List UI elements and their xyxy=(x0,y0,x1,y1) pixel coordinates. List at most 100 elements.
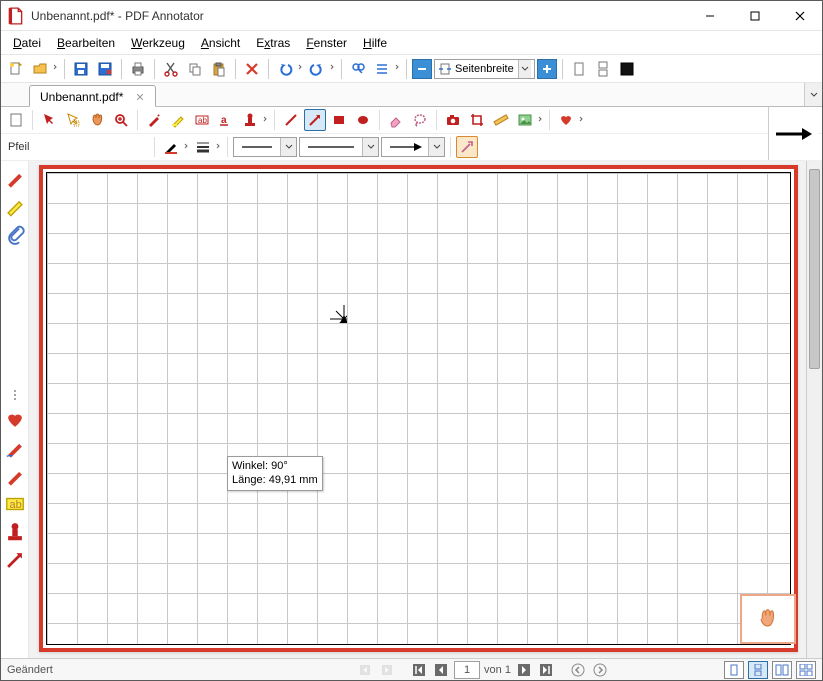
page-number-field[interactable]: 1 xyxy=(454,661,480,679)
pan-button[interactable] xyxy=(86,109,108,131)
open-button[interactable] xyxy=(29,58,51,80)
zoom-mode-combo[interactable]: Seitenbreite xyxy=(434,59,535,79)
line-color-button[interactable] xyxy=(160,136,182,158)
list-button[interactable] xyxy=(371,58,393,80)
layout-two-page-button[interactable] xyxy=(772,661,792,679)
sidebar-grip[interactable] xyxy=(1,390,28,400)
next-page-button[interactable] xyxy=(515,661,533,679)
touchpad-overlay[interactable] xyxy=(740,594,796,644)
document-tab-label: Unbenannt.pdf* xyxy=(40,90,123,104)
single-page-button[interactable] xyxy=(568,58,590,80)
sidebar-stamp-icon[interactable] xyxy=(4,521,26,543)
hand-pointer-icon xyxy=(754,605,782,633)
minimize-button[interactable] xyxy=(687,1,732,30)
stamp-tool-button[interactable] xyxy=(239,109,261,131)
new-doc-button[interactable] xyxy=(5,58,27,80)
line-start-style-combo[interactable] xyxy=(233,137,297,157)
save-as-button[interactable] xyxy=(94,58,116,80)
highlighter-tool-button[interactable] xyxy=(167,109,189,131)
sidebar-textmarker-icon[interactable] xyxy=(4,195,26,217)
sidebar-favorite-icon[interactable] xyxy=(4,409,26,431)
close-tab-icon[interactable]: ✕ xyxy=(135,91,144,104)
sidebar-text-ab-icon[interactable]: ab xyxy=(4,493,26,515)
close-button[interactable] xyxy=(777,1,822,30)
sidebar-pen-red-icon[interactable] xyxy=(4,437,26,459)
chevron-down-icon xyxy=(518,60,531,78)
menu-datei[interactable]: Datei xyxy=(5,33,49,53)
crop-tool-button[interactable] xyxy=(466,109,488,131)
pen-tool-button[interactable] xyxy=(143,109,165,131)
layout-two-continuous-button[interactable] xyxy=(796,661,816,679)
measure-tool-button[interactable] xyxy=(490,109,512,131)
prev-page-button[interactable] xyxy=(432,661,450,679)
copy-button[interactable] xyxy=(184,58,206,80)
sidebar-pen-icon[interactable] xyxy=(4,167,26,189)
line-width-button[interactable] xyxy=(192,136,214,158)
tooltip-length: Länge: 49,91 mm xyxy=(232,473,318,487)
sidebar-pen-thin-icon[interactable] xyxy=(4,465,26,487)
undo-button[interactable] xyxy=(274,58,296,80)
page: Winkel: 90° Länge: 49,91 mm xyxy=(39,165,798,652)
continuous-page-button[interactable] xyxy=(592,58,614,80)
eraser-tool-button[interactable] xyxy=(385,109,407,131)
document-viewport[interactable]: Winkel: 90° Länge: 49,91 mm xyxy=(29,161,822,658)
snap-toggle-button[interactable] xyxy=(456,136,478,158)
page-number-value: 1 xyxy=(464,664,470,676)
textbox-tool-button[interactable]: ab xyxy=(191,109,213,131)
snapshot-tool-button[interactable] xyxy=(442,109,464,131)
document-tab[interactable]: Unbenannt.pdf* ✕ xyxy=(29,85,156,107)
zoom-tool-button[interactable] xyxy=(110,109,132,131)
rectangle-tool-button[interactable] xyxy=(328,109,350,131)
select-pointer-button[interactable] xyxy=(38,109,60,131)
zoom-out-button[interactable] xyxy=(412,59,432,79)
page-navigation: 1 von 1 xyxy=(241,661,724,679)
print-button[interactable] xyxy=(127,58,149,80)
layout-switcher xyxy=(724,661,822,679)
favorite-tool-button[interactable] xyxy=(555,109,577,131)
arrow-tool-button[interactable] xyxy=(304,109,326,131)
status-text: Geändert xyxy=(1,664,241,676)
delete-button[interactable] xyxy=(241,58,263,80)
menu-werkzeug[interactable]: Werkzeug xyxy=(123,33,193,53)
menu-bearbeiten[interactable]: Bearbeiten xyxy=(49,33,123,53)
last-page-button[interactable] xyxy=(537,661,555,679)
page-mode-button[interactable] xyxy=(5,109,27,131)
layout-continuous-button[interactable] xyxy=(748,661,768,679)
tool-name-label: Pfeil xyxy=(5,141,32,153)
line-tool-button[interactable] xyxy=(280,109,302,131)
underline-tool-button[interactable]: a xyxy=(215,109,237,131)
thumb-page-prev-button[interactable] xyxy=(356,661,374,679)
save-button[interactable] xyxy=(70,58,92,80)
image-insert-button[interactable] xyxy=(514,109,536,131)
zoom-in-button[interactable] xyxy=(537,59,557,79)
thumb-page-next-button[interactable] xyxy=(378,661,396,679)
menu-fenster[interactable]: Fenster xyxy=(298,33,355,53)
lasso-pointer-button[interactable] xyxy=(62,109,84,131)
menu-extras[interactable]: Extras xyxy=(248,33,298,53)
paste-button[interactable] xyxy=(208,58,230,80)
line-end-style-combo[interactable] xyxy=(381,137,445,157)
tab-overflow-button[interactable] xyxy=(804,83,822,106)
app-icon xyxy=(7,7,25,25)
tooltip-angle: Winkel: 90° xyxy=(232,459,318,473)
scrollbar-thumb[interactable] xyxy=(809,169,820,369)
redo-button[interactable] xyxy=(306,58,328,80)
window-title: Unbenannt.pdf* - PDF Annotator xyxy=(31,9,687,23)
find-button[interactable] xyxy=(347,58,369,80)
fullscreen-button[interactable] xyxy=(616,58,638,80)
line-style-combo[interactable] xyxy=(299,137,379,157)
nav-back-button[interactable] xyxy=(569,661,587,679)
layout-single-button[interactable] xyxy=(724,661,744,679)
sidebar-arrow-icon[interactable] xyxy=(4,549,26,571)
maximize-button[interactable] xyxy=(732,1,777,30)
lasso-erase-button[interactable] xyxy=(409,109,431,131)
sidebar-attachment-icon[interactable] xyxy=(4,223,26,245)
cut-button[interactable] xyxy=(160,58,182,80)
first-page-button[interactable] xyxy=(410,661,428,679)
menu-ansicht[interactable]: Ansicht xyxy=(193,33,248,53)
nav-forward-button[interactable] xyxy=(591,661,609,679)
vertical-scrollbar[interactable] xyxy=(806,161,822,658)
menu-hilfe[interactable]: Hilfe xyxy=(355,33,395,53)
page-width-icon xyxy=(438,62,452,76)
ellipse-tool-button[interactable] xyxy=(352,109,374,131)
